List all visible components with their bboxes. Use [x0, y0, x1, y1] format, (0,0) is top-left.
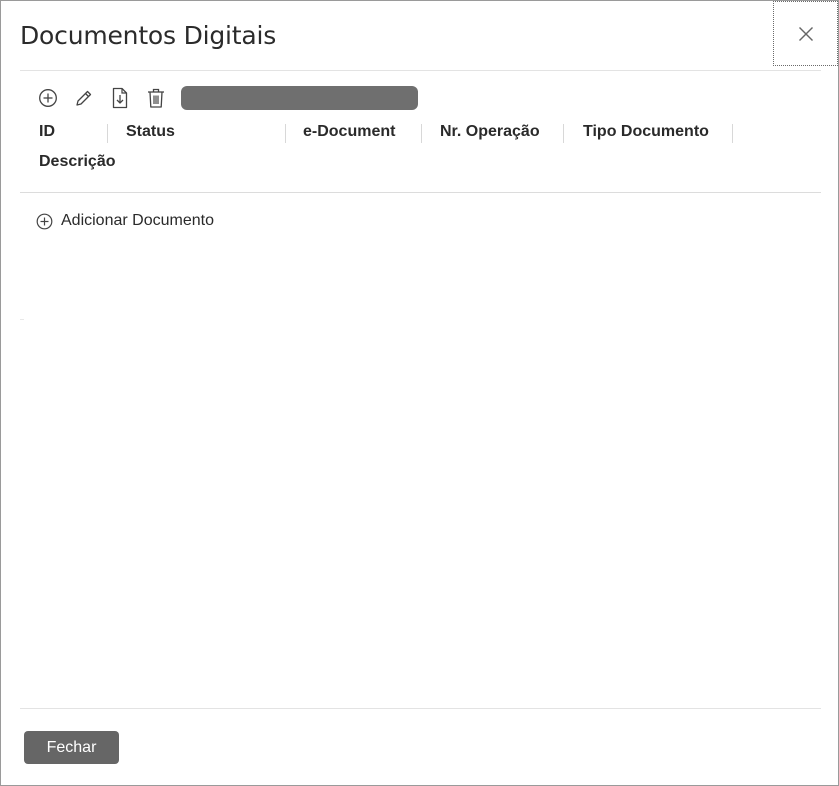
delete-button[interactable]: [145, 87, 167, 109]
add-circle-icon: [36, 213, 53, 229]
trash-icon: [148, 88, 164, 108]
column-header-descricao[interactable]: Descrição: [39, 153, 116, 171]
header-divider: [20, 70, 821, 71]
toolbar: [37, 86, 181, 110]
add-button[interactable]: [37, 87, 59, 109]
dialog-title: Documentos Digitais: [20, 21, 277, 50]
column-header-nr-operacao[interactable]: Nr. Operação: [440, 123, 540, 141]
column-divider: [107, 124, 108, 143]
pencil-icon: [76, 90, 92, 106]
add-document-link[interactable]: Adicionar Documento: [36, 212, 214, 230]
grid-divider: [20, 192, 821, 193]
column-header-e-document[interactable]: e-Document: [303, 123, 395, 141]
column-divider: [285, 124, 286, 143]
footer-divider: [20, 708, 821, 709]
column-divider: [563, 124, 564, 143]
document-download-icon: [112, 87, 128, 109]
column-divider: [732, 124, 733, 143]
column-divider: [421, 124, 422, 143]
download-button[interactable]: [109, 87, 131, 109]
column-header-tipo-documento[interactable]: Tipo Documento: [583, 123, 709, 141]
close-button[interactable]: Fechar: [24, 731, 119, 764]
column-header-id[interactable]: ID: [39, 123, 55, 141]
add-circle-icon: [39, 89, 57, 107]
column-header-status[interactable]: Status: [126, 123, 175, 141]
add-document-label: Adicionar Documento: [61, 212, 214, 229]
close-icon: [798, 26, 813, 41]
edit-button[interactable]: [73, 87, 95, 109]
documents-dialog: Documentos Digitais ID Status e-Document…: [0, 0, 839, 786]
close-dialog-button[interactable]: [773, 1, 838, 66]
divider-mark: [20, 319, 24, 320]
search-input[interactable]: [181, 86, 418, 110]
